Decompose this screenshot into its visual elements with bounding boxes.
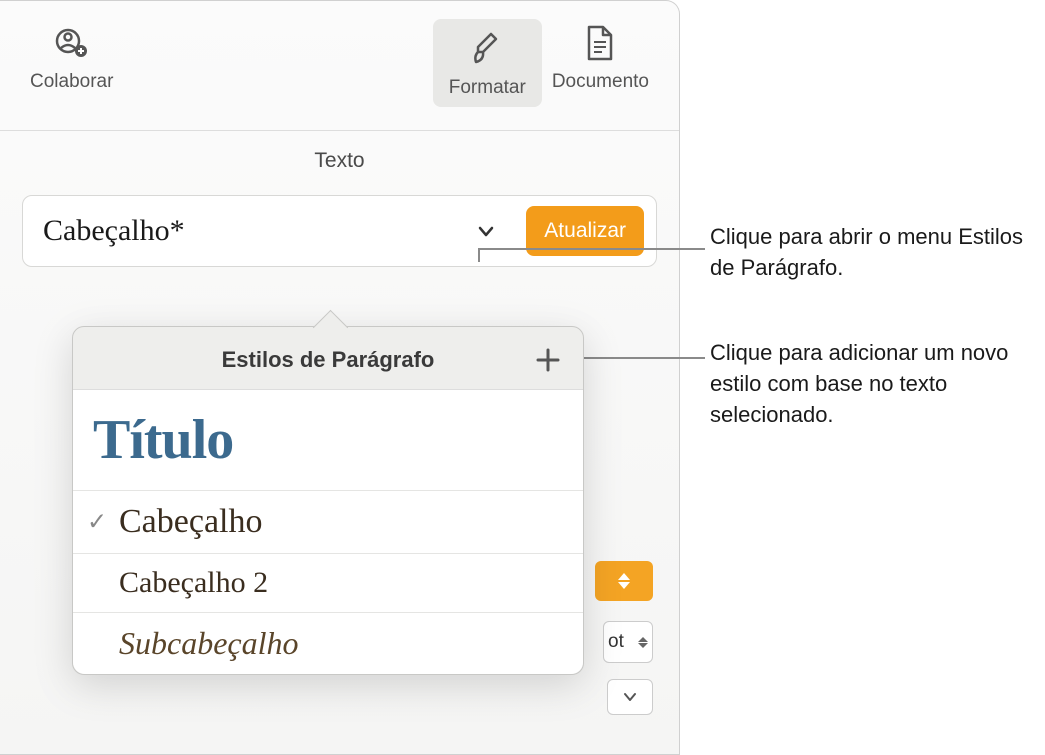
- collaborate-button[interactable]: Colaborar: [20, 19, 123, 97]
- style-label: Cabeçalho 2: [119, 566, 268, 599]
- style-item-heading[interactable]: ✓ Cabeçalho: [73, 491, 583, 554]
- format-icon: [467, 29, 507, 69]
- collaborate-icon: [52, 23, 92, 63]
- collaborate-label: Colaborar: [30, 71, 113, 93]
- paragraph-style-selector[interactable]: Cabeçalho*: [23, 196, 518, 266]
- stepper-widget[interactable]: [595, 561, 653, 601]
- callout-line: [479, 248, 705, 250]
- callout-add-style: Clique para adicionar um novo estilo com…: [710, 338, 1030, 430]
- plus-icon: [535, 347, 561, 373]
- tab-text[interactable]: Texto: [294, 145, 384, 177]
- document-button[interactable]: Documento: [542, 19, 659, 97]
- paragraph-style-row: Cabeçalho* Atualizar: [22, 195, 657, 267]
- format-panel: Texto Cabeçalho* Atualizar: [0, 131, 679, 267]
- format-button[interactable]: Formatar: [433, 19, 542, 107]
- toolbar: Colaborar Formatar Document: [0, 1, 679, 131]
- style-label: Subcabeçalho: [119, 625, 299, 661]
- style-label: Cabeçalho: [119, 503, 263, 540]
- callout-open-menu: Clique para abrir o menu Estilos de Pará…: [710, 222, 1030, 284]
- format-label: Formatar: [449, 77, 526, 99]
- document-icon: [580, 23, 620, 63]
- callout-line: [582, 357, 705, 359]
- popover-header: Estilos de Parágrafo: [73, 327, 583, 389]
- style-item-subheading[interactable]: Subcabeçalho: [73, 613, 583, 674]
- callout-line: [478, 248, 480, 262]
- paragraph-styles-popover: Estilos de Parágrafo Título ✓ Cabeçalho …: [72, 326, 584, 675]
- document-label: Documento: [552, 71, 649, 93]
- dropdown-widget[interactable]: [607, 679, 653, 715]
- current-style-name: Cabeçalho*: [43, 214, 474, 248]
- spinner-icon: [638, 637, 648, 648]
- check-icon: ✓: [87, 508, 107, 537]
- style-item-title[interactable]: Título: [73, 390, 583, 491]
- add-style-button[interactable]: [533, 345, 563, 375]
- style-list: Título ✓ Cabeçalho Cabeçalho 2 Subcabeça…: [73, 389, 583, 674]
- panel-tabs: Texto: [0, 131, 679, 187]
- font-size-field[interactable]: ot: [603, 621, 653, 663]
- chevron-down-icon: [474, 219, 498, 243]
- popover-title: Estilos de Parágrafo: [123, 347, 533, 373]
- font-size-suffix: ot: [604, 631, 624, 653]
- style-item-heading2[interactable]: Cabeçalho 2: [73, 554, 583, 613]
